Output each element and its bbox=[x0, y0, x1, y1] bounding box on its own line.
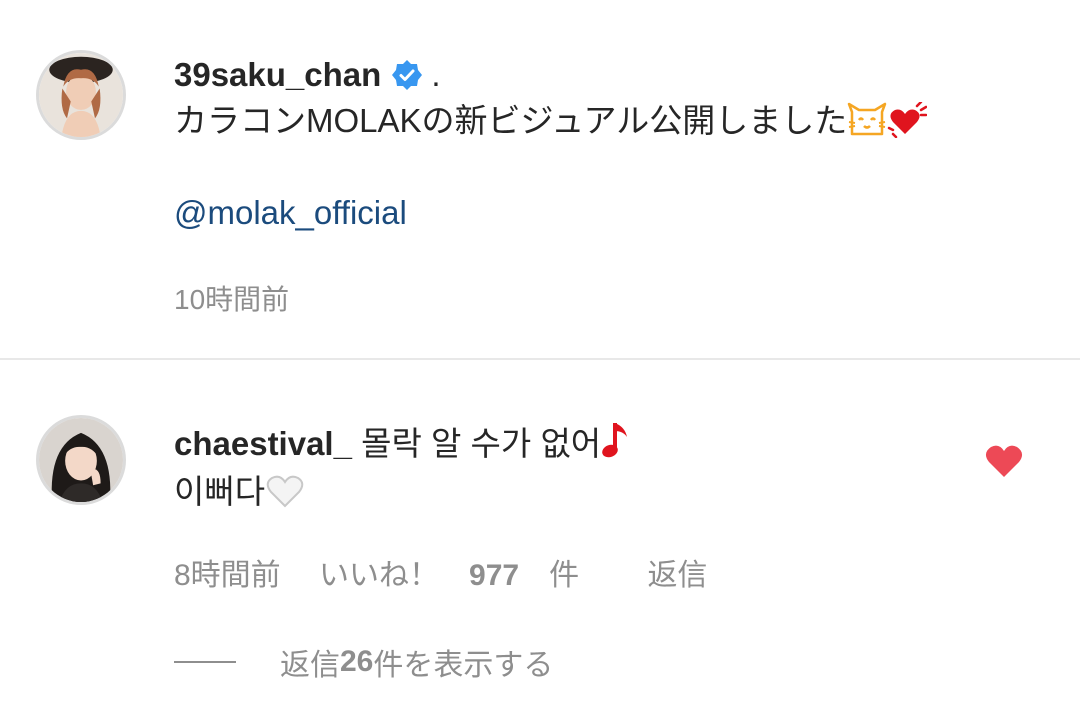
post-author-avatar[interactable] bbox=[36, 50, 126, 140]
beating-heart-icon bbox=[887, 102, 928, 138]
post-username[interactable]: 39saku_chan bbox=[174, 56, 381, 93]
likes-prefix: いいね！ bbox=[319, 559, 440, 592]
comment-line-1: chaestival_ 몰락 알 수가 없어 bbox=[174, 420, 960, 468]
verified-badge-icon bbox=[392, 60, 423, 90]
comment-body: chaestival_ 몰락 알 수가 없어 이뻐다 bbox=[174, 420, 960, 516]
post-caption: 39saku_chan. カラコンMOLAKの新ビジュアル公開しました @mol… bbox=[174, 52, 1040, 236]
comment-author-avatar[interactable] bbox=[36, 415, 126, 505]
reply-button[interactable]: 返信 bbox=[647, 559, 707, 592]
likes-count: 977 bbox=[469, 559, 520, 592]
comment-text-2: 이뻐다 bbox=[174, 473, 266, 510]
comment-line-2: 이뻐다 bbox=[174, 468, 960, 516]
heart-icon[interactable] bbox=[985, 444, 1023, 478]
white-heart-icon bbox=[266, 475, 304, 508]
comment-text-1: 몰락 알 수가 없어 bbox=[361, 425, 602, 462]
post-header: 39saku_chan. bbox=[174, 52, 1040, 98]
replies-rule bbox=[174, 661, 236, 663]
comment-meta: 8時間前 いいね！ 977 件 返信 bbox=[174, 550, 737, 594]
divider bbox=[0, 358, 1080, 360]
post-caption-text: カラコンMOLAKの新ビジュアル公開しました bbox=[174, 102, 848, 139]
comment-username[interactable]: chaestival_ bbox=[174, 425, 352, 462]
cat-face-icon bbox=[847, 102, 887, 136]
view-replies-count: 26 bbox=[340, 645, 374, 678]
music-note-icon bbox=[602, 423, 628, 458]
view-replies-suffix: 件を表示する bbox=[373, 649, 554, 682]
post-caption-line: カラコンMOLAKの新ビジュアル公開しました bbox=[174, 98, 1040, 144]
likes-suffix: 件 bbox=[549, 559, 580, 592]
post-mention-link[interactable]: @molak_official bbox=[174, 190, 1040, 236]
post-dot: . bbox=[431, 56, 441, 93]
view-replies-prefix: 返信 bbox=[280, 649, 340, 682]
post-timestamp: 10時間前 bbox=[174, 284, 290, 315]
view-replies-button[interactable]: 返信 26 件を表示する bbox=[174, 640, 553, 684]
comment-likes-link[interactable]: いいね！ 977 件 bbox=[319, 559, 609, 592]
comment-timestamp: 8時間前 bbox=[174, 559, 281, 592]
